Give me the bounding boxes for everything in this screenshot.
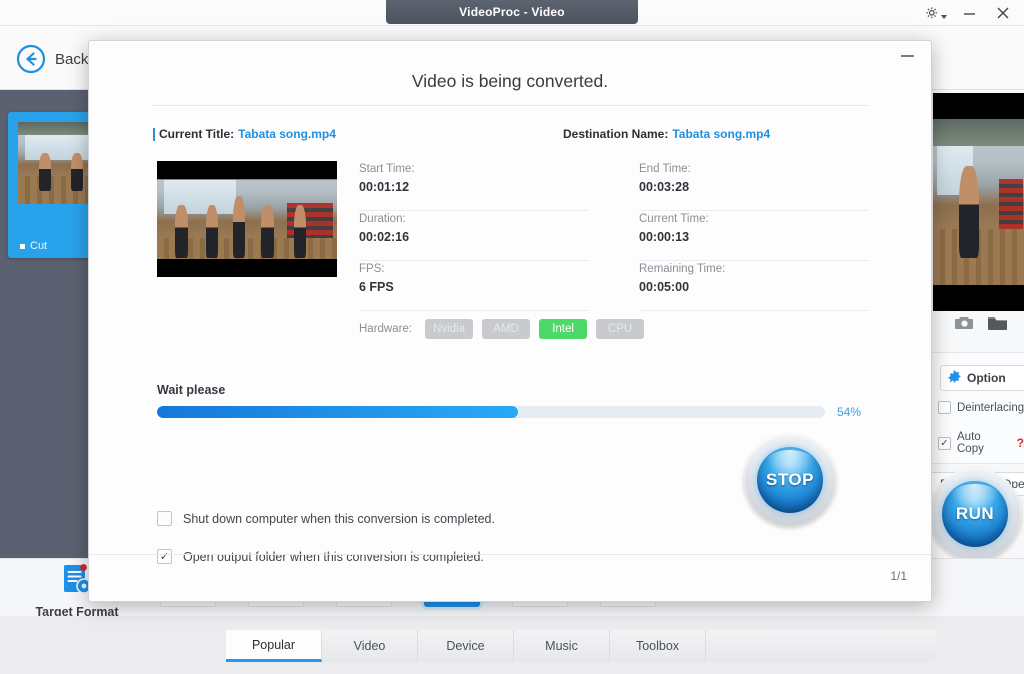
run-label: RUN [955, 504, 995, 523]
destination-name: Destination Name: Tabata song.mp4 [563, 127, 770, 141]
tab-label: Device [446, 639, 485, 653]
tab-toolbox[interactable]: Toolbox [610, 630, 706, 662]
info-column-left: Start Time: 00:01:12 Duration: 00:02:16 … [359, 161, 589, 311]
divider [153, 105, 869, 106]
info-duration: Duration: 00:02:16 [359, 211, 589, 261]
info-value: 00:03:28 [639, 180, 690, 194]
tab-device[interactable]: Device [418, 630, 514, 662]
divider [89, 554, 931, 555]
bottom-tabbar: Popular Video Device Music Toolbox [0, 616, 1024, 674]
close-icon[interactable] [988, 1, 1018, 25]
tab-label: Music [545, 639, 578, 653]
deinterlacing-checkbox[interactable]: Deinterlacing [938, 401, 1024, 414]
tab-label: Toolbox [635, 639, 680, 653]
info-value: 00:00:13 [639, 230, 690, 244]
info-remaining-time: Remaining Time: 00:05:00 [639, 261, 869, 311]
shutdown-checkbox[interactable]: Shut down computer when this conversion … [157, 511, 495, 526]
destination-value[interactable]: Tabata song.mp4 [672, 127, 770, 141]
window-controls [920, 0, 1018, 26]
info-key: End Time: [639, 163, 691, 175]
info-start-time: Start Time: 00:01:12 [359, 161, 589, 211]
output-options-box: Option Deinterlacing ✓ Auto Copy ? [929, 352, 1024, 464]
open-folder-checkbox[interactable]: ✓ Open output folder when this conversio… [157, 549, 484, 564]
run-button-core: RUN [942, 481, 1008, 547]
gear-icon[interactable] [920, 1, 950, 25]
destination-label: Destination Name: [563, 127, 669, 141]
auto-copy-label: Auto Copy [957, 431, 984, 455]
hardware-label: Hardware: [359, 323, 413, 335]
progress-bar [157, 406, 825, 418]
stop-button[interactable]: STOP [744, 434, 836, 526]
info-column-right: End Time: 00:03:28 Current Time: 00:00:1… [639, 161, 869, 311]
option-label: Option [967, 371, 1006, 385]
preview-image [933, 93, 1024, 311]
media-card-cut-label: Cut [30, 240, 48, 252]
hardware-chip-nvidia[interactable]: Nvidia [425, 319, 474, 339]
progress-status-label: Wait please [157, 383, 226, 397]
info-key: Start Time: [359, 163, 415, 175]
window-tab[interactable]: VideoProc - Video [386, 0, 638, 24]
stop-label: STOP [766, 470, 814, 489]
current-title-label: Current Title: [159, 127, 235, 141]
auto-copy-checkbox[interactable]: ✓ Auto Copy ? [938, 431, 1024, 455]
hardware-chip-amd[interactable]: AMD [482, 319, 531, 339]
queue-counter: 1/1 [890, 569, 907, 583]
current-title-value[interactable]: Tabata song.mp4 [238, 127, 336, 141]
stop-button-core: STOP [757, 447, 823, 513]
info-value: 6 FPS [359, 280, 394, 294]
bullet-icon [20, 243, 25, 249]
hardware-row: Hardware: Nvidia AMD Intel CPU [359, 319, 645, 339]
hardware-chip-cpu[interactable]: CPU [596, 319, 645, 339]
info-fps: FPS: 6 FPS [359, 261, 589, 311]
deinterlacing-label: Deinterlacing [957, 401, 1024, 414]
info-end-time: End Time: 00:03:28 [639, 161, 869, 211]
back-circle-arrow-icon [16, 44, 46, 74]
dialog-minimize-button[interactable] [884, 42, 930, 70]
folder-icon[interactable] [988, 315, 1007, 335]
window-titlebar: VideoProc - Video [0, 0, 1024, 26]
current-title: Current Title: Tabata song.mp4 [153, 127, 336, 141]
tabbar-filler [706, 630, 936, 662]
progress-bar-fill [157, 406, 518, 418]
hardware-chip-intel[interactable]: Intel [539, 319, 588, 339]
conversion-preview [157, 161, 337, 277]
checkbox-box: ✓ [157, 549, 172, 564]
tab-music[interactable]: Music [514, 630, 610, 662]
gear-icon [948, 370, 961, 386]
info-current-time: Current Time: 00:00:13 [639, 211, 869, 261]
info-value: 00:02:16 [359, 230, 410, 244]
camera-icon[interactable] [955, 315, 974, 335]
run-button-bezel: RUN [929, 468, 1021, 560]
tab-video[interactable]: Video [322, 630, 418, 662]
info-value: 00:01:12 [359, 180, 410, 194]
info-key: Current Time: [639, 213, 709, 225]
bottom-tabs: Popular Video Device Music Toolbox [226, 630, 936, 662]
shutdown-label: Shut down computer when this conversion … [183, 511, 495, 526]
preview-action-icons [955, 315, 1007, 335]
checkbox-box [938, 401, 951, 414]
window-tab-label: VideoProc - Video [459, 5, 565, 19]
option-button[interactable]: Option [940, 365, 1024, 391]
stop-button-bezel: STOP [744, 434, 836, 526]
checkbox-box [157, 511, 172, 526]
back-button[interactable]: Back [16, 44, 88, 74]
tab-label: Video [353, 639, 386, 653]
tab-popular[interactable]: Popular [226, 630, 322, 662]
info-key: Duration: [359, 213, 406, 225]
back-label: Back [55, 50, 89, 68]
progress-percent: 54% [837, 405, 862, 419]
minimize-icon[interactable] [954, 1, 984, 25]
info-key: FPS: [359, 263, 385, 275]
open-folder-label: Open output folder when this conversion … [183, 549, 484, 564]
checkbox-box: ✓ [938, 436, 951, 450]
info-key: Remaining Time: [639, 263, 726, 275]
accent-bar-icon [153, 127, 155, 141]
info-value: 00:05:00 [639, 280, 690, 294]
videoproc-window: VideoProc - Video Back Cut Option Deinte… [0, 0, 1024, 674]
dialog-title: Video is being converted. [411, 71, 609, 91]
help-icon[interactable]: ? [1017, 436, 1024, 450]
run-button[interactable]: RUN [929, 468, 1021, 560]
tab-label: Popular [251, 637, 296, 652]
